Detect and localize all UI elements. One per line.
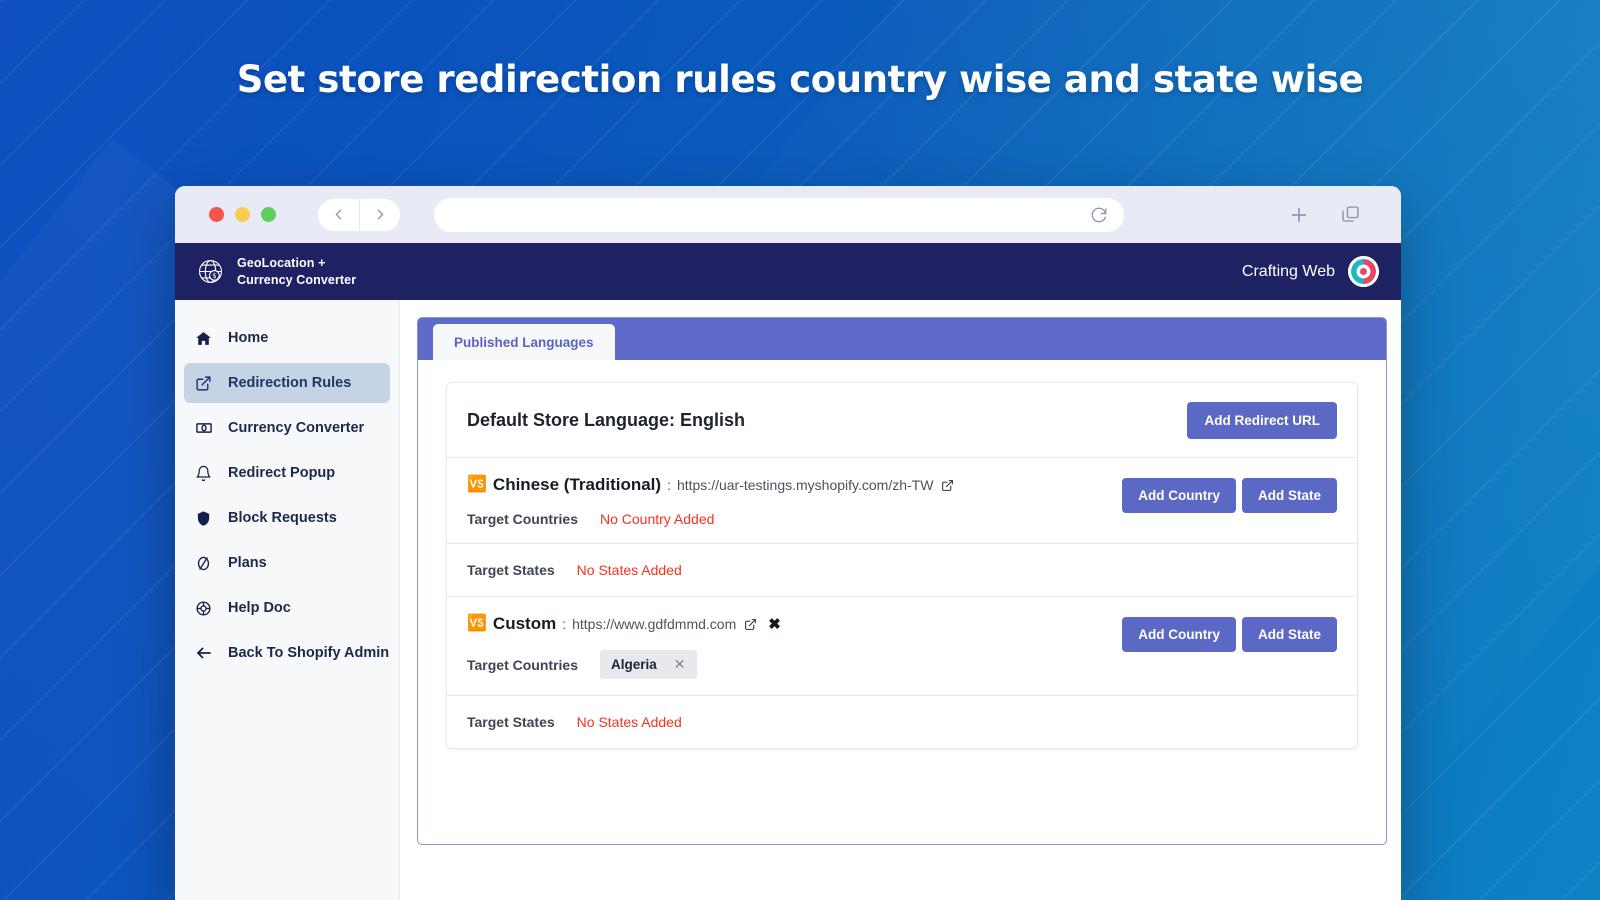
plus-icon[interactable] xyxy=(1288,204,1310,226)
banknote-icon xyxy=(194,419,213,437)
add-country-button[interactable]: Add Country xyxy=(1122,617,1236,652)
lifebuoy-icon xyxy=(194,600,213,617)
sidebar-item-home[interactable]: Home xyxy=(184,318,390,358)
sidebar-item-label: Plans xyxy=(228,555,267,571)
add-redirect-url-button[interactable]: Add Redirect URL xyxy=(1187,401,1337,439)
sidebar-item-label: Redirect Popup xyxy=(228,465,336,481)
brand-line-2: Currency Converter xyxy=(237,272,357,287)
sidebar-item-label: Back To Shopify Admin xyxy=(228,645,390,661)
app-body: Home Redirection Rules Currency Converte… xyxy=(175,300,1401,900)
no-states-added-text: No States Added xyxy=(576,562,682,578)
language-flag-icon: 🆚 xyxy=(467,476,487,493)
sidebar-item-redirect-popup[interactable]: Redirect Popup xyxy=(184,453,390,493)
sidebar-item-currency-converter[interactable]: Currency Converter xyxy=(184,408,390,448)
reload-icon[interactable] xyxy=(1090,206,1108,224)
target-countries-label: Target Countries xyxy=(467,656,578,673)
default-language-title: Default Store Language: English xyxy=(467,409,746,430)
default-language-row: Default Store Language: English Add Redi… xyxy=(447,383,1357,457)
close-window-button[interactable] xyxy=(209,207,224,222)
add-state-button[interactable]: Add State xyxy=(1241,478,1337,513)
app-header: $ GeoLocation + Currency Converter Craft… xyxy=(175,243,1401,300)
add-country-button[interactable]: Add Country xyxy=(1122,478,1236,513)
browser-window: $ GeoLocation + Currency Converter Craft… xyxy=(175,186,1401,900)
language-name: Chinese (Traditional) xyxy=(492,475,662,494)
add-state-button[interactable]: Add State xyxy=(1241,617,1337,652)
window-controls xyxy=(209,207,276,222)
navigation-buttons xyxy=(318,198,400,231)
account-name: Crafting Web xyxy=(1241,262,1335,280)
language-url: https://uar-testings.myshopify.com/zh-TW xyxy=(676,477,934,493)
app-brand[interactable]: $ GeoLocation + Currency Converter xyxy=(195,255,356,288)
sidebar-item-label: Help Doc xyxy=(228,600,291,616)
target-states-label: Target States xyxy=(467,714,555,730)
maximize-window-button[interactable] xyxy=(261,207,276,222)
sidebar-item-label: Redirection Rules xyxy=(228,375,352,391)
promo-headline: Set store redirection rules country wise… xyxy=(236,58,1364,101)
back-arrow-icon[interactable] xyxy=(318,199,359,231)
no-states-added-text: No States Added xyxy=(576,714,682,730)
external-link-icon xyxy=(194,375,213,392)
svg-text:$: $ xyxy=(212,271,217,280)
sidebar-item-label: Currency Converter xyxy=(228,420,365,436)
arrow-left-icon xyxy=(194,644,213,662)
language-title-line: 🆚 Custom : https://www.gdfdmmd.com ✖ xyxy=(467,614,1122,634)
country-tag-label: Algeria xyxy=(610,657,657,672)
sidebar: Home Redirection Rules Currency Converte… xyxy=(175,300,400,900)
avatar[interactable] xyxy=(1348,256,1379,287)
tab-content: Default Store Language: English Add Redi… xyxy=(418,360,1386,844)
country-tag: Algeria ✕ xyxy=(599,650,697,679)
language-title-line: 🆚 Chinese (Traditional) : https://uar-te… xyxy=(467,475,1122,495)
language-separator: : xyxy=(667,477,671,493)
home-icon xyxy=(194,330,213,347)
remove-country-icon[interactable]: ✕ xyxy=(674,656,686,673)
sidebar-item-help-doc[interactable]: Help Doc xyxy=(184,588,390,628)
language-flag-icon: 🆚 xyxy=(467,615,487,632)
app-brand-text: GeoLocation + Currency Converter xyxy=(237,255,356,288)
no-country-added-text: No Country Added xyxy=(599,511,715,527)
copy-tabs-icon[interactable] xyxy=(1340,204,1361,225)
language-actions: Add Country Add State xyxy=(1122,614,1337,652)
language-info: 🆚 Custom : https://www.gdfdmmd.com ✖ Tar… xyxy=(467,614,1122,679)
sidebar-item-label: Block Requests xyxy=(228,510,337,526)
target-states-label: Target States xyxy=(467,562,555,578)
tab-strip: Published Languages xyxy=(418,318,1386,360)
language-actions: Add Country Add State xyxy=(1122,475,1337,513)
redirection-rules-card: Default Store Language: English Add Redi… xyxy=(446,382,1358,749)
sidebar-item-plans[interactable]: Plans xyxy=(184,543,390,583)
language-info: 🆚 Chinese (Traditional) : https://uar-te… xyxy=(467,475,1122,527)
refresh-loop-icon xyxy=(194,555,213,572)
language-url: https://www.gdfdmmd.com xyxy=(572,616,737,632)
address-bar[interactable] xyxy=(434,197,1124,232)
target-countries-line: Target Countries Algeria ✕ xyxy=(467,650,1122,679)
globe-currency-icon: $ xyxy=(195,256,226,287)
language-separator: : xyxy=(562,616,567,632)
sidebar-item-label: Home xyxy=(228,330,269,346)
sidebar-item-block-requests[interactable]: Block Requests xyxy=(184,498,390,538)
open-url-external-link-icon[interactable] xyxy=(744,618,757,631)
forward-arrow-icon[interactable] xyxy=(359,198,400,231)
open-url-external-link-icon[interactable] xyxy=(941,479,954,492)
tab-published-languages[interactable]: Published Languages xyxy=(433,324,615,360)
target-states-row: Target States No States Added xyxy=(447,695,1357,748)
chrome-right-actions xyxy=(1288,204,1383,226)
browser-chrome xyxy=(175,186,1401,243)
bell-icon xyxy=(194,465,213,482)
delete-redirect-icon[interactable]: ✖ xyxy=(768,615,781,633)
language-row: 🆚 Chinese (Traditional) : https://uar-te… xyxy=(447,457,1357,543)
sidebar-item-back-to-shopify-admin[interactable]: Back To Shopify Admin xyxy=(184,633,390,673)
brand-line-1: GeoLocation + xyxy=(237,256,326,270)
minimize-window-button[interactable] xyxy=(235,207,250,222)
language-name: Custom xyxy=(492,614,557,633)
target-states-row: Target States No States Added xyxy=(447,543,1357,596)
target-countries-line: Target Countries No Country Added xyxy=(467,511,1122,527)
language-row: 🆚 Custom : https://www.gdfdmmd.com ✖ Tar… xyxy=(447,596,1357,695)
target-countries-label: Target Countries xyxy=(467,511,578,527)
header-account: Crafting Web xyxy=(1242,256,1379,287)
sidebar-item-redirection-rules[interactable]: Redirection Rules xyxy=(184,363,390,403)
main-content: Published Languages Default Store Langua… xyxy=(400,300,1401,900)
tab-panel: Published Languages Default Store Langua… xyxy=(417,317,1387,845)
shield-icon xyxy=(194,510,213,527)
